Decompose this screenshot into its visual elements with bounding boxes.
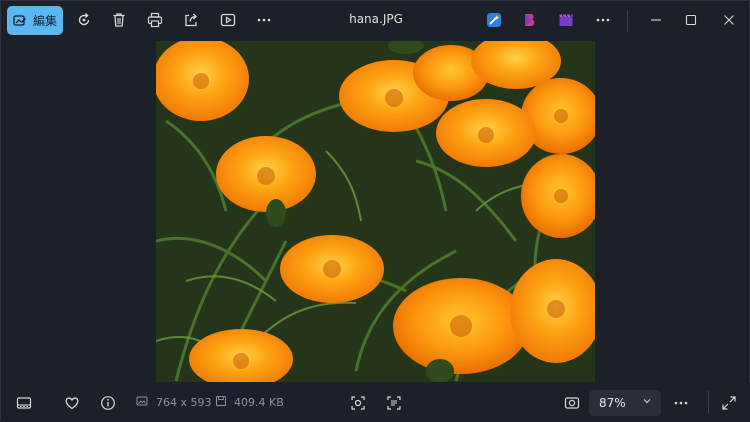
trash-icon	[111, 12, 127, 28]
close-button[interactable]	[714, 5, 744, 35]
fit-to-window-button[interactable]	[558, 389, 586, 417]
designer-app-button[interactable]	[481, 7, 507, 33]
text-scan-icon	[386, 395, 402, 411]
fullscreen-button[interactable]	[715, 389, 743, 417]
more-button[interactable]	[251, 7, 277, 33]
rotate-icon	[76, 12, 92, 28]
expand-icon	[721, 395, 737, 411]
print-button[interactable]	[142, 7, 168, 33]
photo-marigolds[interactable]	[156, 41, 595, 382]
b-app-button[interactable]	[517, 7, 543, 33]
share-icon	[183, 12, 199, 28]
edit-label: 編集	[32, 14, 57, 28]
heart-icon	[64, 395, 80, 411]
photos-window: 編集 hana.JPG 764 x 593 409.4 KB 87%	[0, 0, 750, 422]
share-button[interactable]	[178, 7, 204, 33]
close-icon	[723, 14, 735, 26]
visual-search-button[interactable]	[344, 389, 372, 417]
delete-button[interactable]	[106, 7, 132, 33]
zoom-dropdown[interactable]: 87%	[589, 390, 661, 416]
edit-image-icon	[13, 14, 27, 28]
play-icon	[220, 12, 236, 28]
clapper-app-button[interactable]	[553, 7, 579, 33]
maximize-button[interactable]	[676, 5, 706, 35]
more-icon	[595, 12, 611, 28]
zoom-value: 87%	[599, 396, 626, 410]
titlebar-divider	[627, 10, 628, 32]
designer-app-icon	[486, 12, 502, 28]
slideshow-button[interactable]	[215, 7, 241, 33]
scan-icon	[350, 395, 366, 411]
app-more-button[interactable]	[590, 7, 616, 33]
fit-window-icon	[564, 395, 580, 411]
edit-button[interactable]: 編集	[7, 6, 63, 35]
maximize-icon	[685, 14, 697, 26]
print-icon	[147, 12, 163, 28]
clapper-app-icon	[558, 12, 574, 28]
more-icon	[256, 12, 272, 28]
favorite-button[interactable]	[58, 389, 86, 417]
rotate-button[interactable]	[71, 7, 97, 33]
minimize-icon	[650, 14, 662, 26]
more-icon	[673, 395, 689, 411]
b-app-icon	[522, 12, 538, 28]
minimize-button[interactable]	[641, 5, 671, 35]
file-size: 409.4 KB	[234, 396, 284, 409]
title-bar: 編集 hana.JPG	[1, 1, 750, 39]
image-dimensions: 764 x 593	[156, 396, 212, 409]
bottombar-divider	[708, 391, 709, 413]
info-icon	[100, 395, 116, 411]
chevron-down-icon	[641, 395, 653, 407]
filmstrip-button[interactable]	[10, 389, 38, 417]
image-size-icon	[136, 395, 148, 407]
file-size-icon	[215, 395, 227, 407]
bottom-more-button[interactable]	[667, 389, 695, 417]
file-info-button[interactable]	[94, 389, 122, 417]
text-scan-button[interactable]	[380, 389, 408, 417]
filmstrip-icon	[16, 395, 32, 411]
bottom-bar: 764 x 593 409.4 KB 87%	[1, 382, 750, 422]
